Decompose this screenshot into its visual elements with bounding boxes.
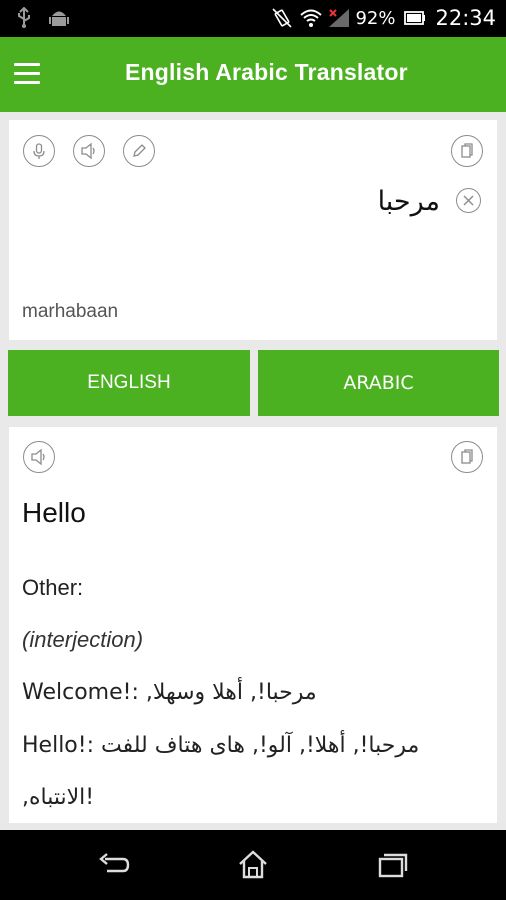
speaker-icon[interactable]	[73, 135, 105, 167]
speaker-icon[interactable]	[23, 441, 55, 473]
clock: 22:34	[435, 6, 496, 30]
microphone-icon[interactable]	[23, 135, 55, 167]
usb-icon	[14, 6, 34, 29]
signal-icon	[327, 7, 350, 29]
clear-icon[interactable]	[456, 188, 481, 213]
output-card: Hello Other: (interjection) Welcome!: ,م…	[9, 427, 497, 823]
part-of-speech: (interjection)	[22, 627, 144, 652]
definition-line: ,الانتباه!	[22, 785, 95, 810]
menu-icon[interactable]	[14, 63, 40, 85]
transliteration: marhabaan	[22, 301, 119, 322]
vibrate-icon	[271, 7, 293, 29]
navigation-bar	[0, 830, 506, 900]
home-icon[interactable]	[233, 848, 273, 882]
definition-line: Hello!: مرحبا!, أهلا!, آلو!, هاى هتاف لل…	[22, 733, 420, 758]
battery-percent: 92%	[355, 7, 396, 29]
battery-icon	[403, 7, 426, 29]
copy-icon[interactable]	[451, 135, 483, 167]
status-bar: 92% 22:34	[0, 0, 506, 37]
target-language-button[interactable]: ARABIC	[258, 350, 499, 416]
translation-result: Hello	[22, 497, 86, 528]
input-card: مرحبا marhabaan	[9, 120, 497, 340]
back-icon[interactable]	[94, 848, 134, 882]
app-title: English Arabic Translator	[125, 59, 408, 85]
other-label: Other:	[22, 575, 84, 600]
wifi-icon	[299, 7, 323, 29]
recent-apps-icon[interactable]	[372, 848, 412, 882]
android-icon	[48, 7, 69, 29]
definition-line: Welcome!: ,مرحبا!, أهلا وسهلا	[22, 680, 317, 705]
copy-icon[interactable]	[451, 441, 483, 473]
input-text[interactable]: مرحبا	[378, 186, 440, 217]
source-language-button[interactable]: ENGLISH	[8, 350, 250, 416]
app-bar: English Arabic Translator	[0, 37, 506, 112]
pencil-icon[interactable]	[123, 135, 155, 167]
